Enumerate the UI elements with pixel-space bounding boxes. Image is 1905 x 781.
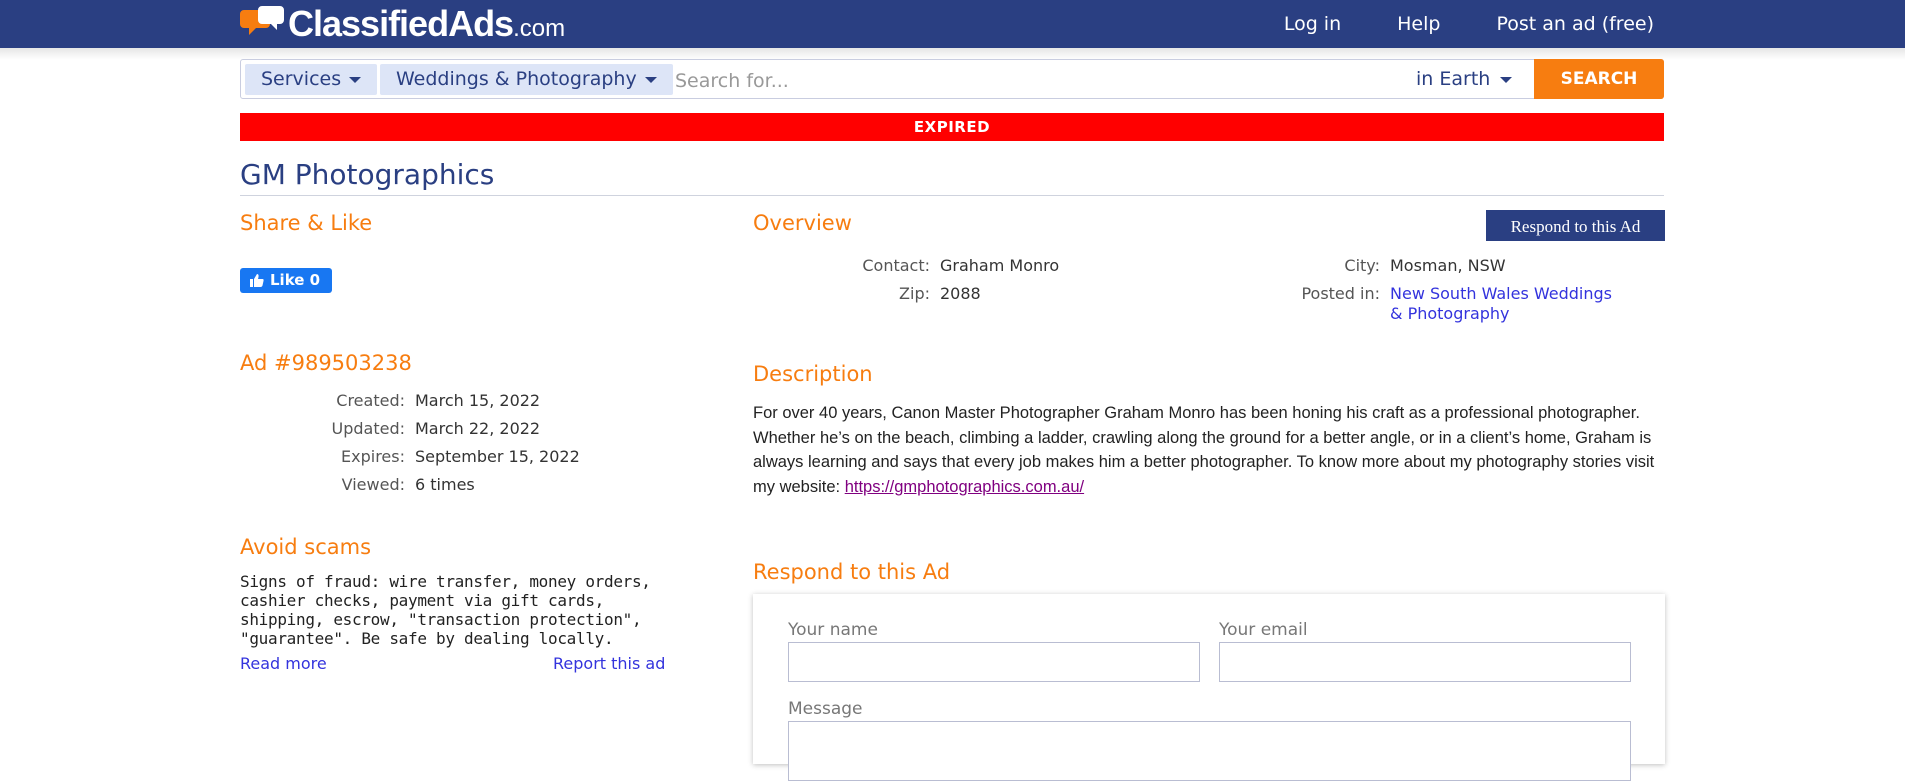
- help-link[interactable]: Help: [1397, 13, 1440, 35]
- subcategory-dropdown[interactable]: Weddings & Photography: [380, 64, 673, 95]
- respond-heading: Respond to this Ad: [753, 560, 951, 584]
- your-name-label: Your name: [788, 620, 878, 640]
- meta-updated: Updated: March 22, 2022: [240, 419, 541, 438]
- search-input[interactable]: [673, 64, 1397, 97]
- top-links: Log in Help Post an ad (free): [1228, 0, 1654, 48]
- meta-created: Created: March 15, 2022: [240, 391, 540, 410]
- description-text: For over 40 years, Canon Master Photogra…: [753, 401, 1665, 499]
- meta-label: Updated:: [331, 419, 406, 438]
- page-title: GM Photographics: [240, 158, 495, 191]
- posted-in-label: Posted in:: [1301, 284, 1380, 303]
- message-label: Message: [788, 699, 863, 719]
- posted-in-link-line2[interactable]: & Photography: [1390, 304, 1510, 323]
- your-email-input[interactable]: [1219, 642, 1631, 682]
- category-dropdown[interactable]: Services: [245, 64, 378, 95]
- read-more-link[interactable]: Read more: [240, 654, 327, 673]
- meta-viewed: Viewed: 6 times: [240, 475, 475, 494]
- chevron-down-icon: [349, 76, 362, 83]
- city-value: Mosman, NSW: [1390, 256, 1506, 275]
- expired-banner: EXPIRED: [240, 113, 1664, 141]
- meta-label: Expires:: [341, 447, 405, 466]
- report-ad-link[interactable]: Report this ad: [553, 654, 665, 673]
- contact-label: Contact:: [862, 256, 930, 275]
- respond-to-ad-button[interactable]: Respond to this Ad: [1486, 210, 1665, 241]
- your-name-input[interactable]: [788, 642, 1200, 682]
- message-textarea[interactable]: [788, 721, 1631, 781]
- meta-expires: Expires: September 15, 2022: [240, 447, 580, 466]
- contact-row: Contact: Graham Monro: [753, 256, 1059, 275]
- login-link[interactable]: Log in: [1284, 13, 1341, 35]
- zip-label: Zip:: [899, 284, 930, 303]
- thumbs-up-icon: [250, 274, 264, 287]
- like-count-label: Like 0: [270, 271, 321, 289]
- ad-id-heading: Ad #989503238: [240, 351, 412, 375]
- search-bar: Services Weddings & Photography in Earth…: [240, 59, 1664, 99]
- search-button[interactable]: SEARCH: [1534, 59, 1664, 99]
- posted-in-row: Posted in: New South Wales Weddings & Phot…: [1280, 284, 1612, 324]
- zip-value: 2088: [940, 284, 981, 303]
- description-heading: Description: [753, 362, 873, 386]
- avoid-scams-heading: Avoid scams: [240, 535, 372, 559]
- city-row: City: Mosman, NSW: [1280, 256, 1506, 275]
- location-dropdown[interactable]: in Earth: [1416, 64, 1513, 95]
- meta-value: September 15, 2022: [415, 447, 580, 466]
- meta-value: March 15, 2022: [415, 391, 541, 410]
- chevron-down-icon: [644, 76, 657, 83]
- site-logo[interactable]: ClassifiedAds .com: [240, 4, 565, 44]
- website-link[interactable]: https://gmphotographics.com.au/: [845, 478, 1084, 496]
- location-label: in Earth: [1416, 68, 1491, 90]
- posted-in-link[interactable]: New South Wales Weddings & Photography: [1390, 284, 1612, 324]
- meta-label: Viewed:: [341, 475, 405, 494]
- meta-label: Created:: [336, 391, 405, 410]
- top-navigation-bar: ClassifiedAds .com Log in Help Post an a…: [0, 0, 1905, 48]
- share-like-heading: Share & Like: [240, 211, 373, 235]
- zip-row: Zip: 2088: [753, 284, 981, 303]
- speech-bubbles-icon: [240, 6, 284, 35]
- logo-text: ClassifiedAds: [288, 3, 514, 44]
- city-label: City:: [1344, 256, 1380, 275]
- logo-suffix: .com: [513, 15, 566, 42]
- meta-value: 6 times: [415, 475, 475, 494]
- respond-form: Your name Your email Message: [753, 594, 1665, 781]
- title-divider: [240, 195, 1664, 196]
- category-label: Services: [261, 68, 342, 90]
- posted-in-link-line1[interactable]: New South Wales Weddings: [1390, 284, 1612, 303]
- contact-value: Graham Monro: [940, 256, 1060, 275]
- chevron-down-icon: [1500, 76, 1513, 83]
- post-ad-link[interactable]: Post an ad (free): [1496, 13, 1654, 35]
- subcategory-label: Weddings & Photography: [396, 68, 637, 90]
- facebook-like-button[interactable]: Like 0: [240, 268, 332, 293]
- overview-heading: Overview: [753, 211, 852, 235]
- scam-warning-text: Signs of fraud: wire transfer, money ord…: [240, 572, 651, 648]
- meta-value: March 22, 2022: [415, 419, 541, 438]
- your-email-label: Your email: [1219, 620, 1308, 640]
